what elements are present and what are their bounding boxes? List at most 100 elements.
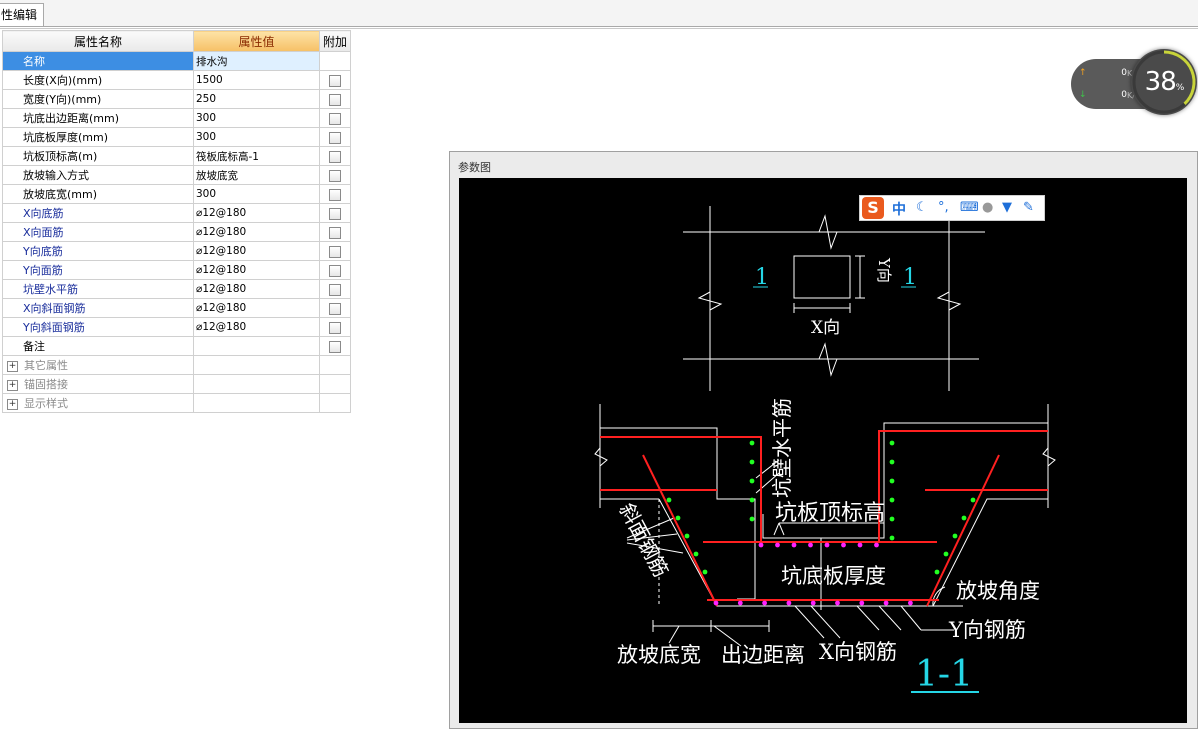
top-bar-dot (775, 542, 780, 548)
extra-checkbox[interactable] (329, 112, 341, 125)
table-row[interactable]: 放坡输入方式 放坡底宽 (2, 165, 351, 185)
property-name[interactable]: 备注 (2, 336, 194, 356)
table-row[interactable]: 坑底出边距离(mm) 300 (2, 108, 351, 128)
expand-plus-icon[interactable]: + (7, 398, 18, 410)
property-value[interactable]: ⌀12@180 (193, 203, 320, 223)
property-name[interactable]: Y向斜面钢筋 (2, 317, 194, 337)
property-value[interactable]: ⌀12@180 (193, 241, 320, 261)
property-value[interactable]: 排水沟 (193, 51, 320, 71)
ime-toolbar[interactable]: S 中 ☾ °, ⌨ ● ▼ ✎ (859, 195, 1045, 221)
extra-checkbox[interactable] (329, 150, 341, 163)
group-name[interactable]: + 显示样式 (2, 393, 194, 413)
group-row[interactable]: + 其它属性 (2, 355, 351, 375)
top-bar-dot (841, 542, 846, 548)
property-name[interactable]: 坑底板厚度(mm) (2, 127, 194, 147)
keyboard-icon[interactable]: ⌨ (960, 200, 979, 215)
slope-bar-dot (693, 551, 699, 557)
property-value[interactable]: 1500 (193, 70, 320, 90)
skin-shirt-icon[interactable]: ▼ (1002, 200, 1012, 215)
extra-checkbox[interactable] (329, 340, 341, 353)
extra-checkbox[interactable] (329, 74, 341, 87)
property-name[interactable]: X向斜面钢筋 (2, 298, 194, 318)
header-property-name[interactable]: 属性名称 (2, 30, 194, 52)
table-row[interactable]: 宽度(Y向)(mm) 250 (2, 89, 351, 109)
header-extra[interactable]: 附加 (319, 30, 351, 52)
property-name[interactable]: 长度(X向)(mm) (2, 70, 194, 90)
sogou-logo-icon[interactable]: S (862, 197, 884, 219)
table-row[interactable]: 名称 排水沟 (2, 51, 351, 71)
table-row[interactable]: 坑壁水平筋 ⌀12@180 (2, 279, 351, 299)
property-name[interactable]: 放坡底宽(mm) (2, 184, 194, 204)
table-row[interactable]: Y向面筋 ⌀12@180 (2, 260, 351, 280)
property-name[interactable]: X向底筋 (2, 203, 194, 223)
extra-checkbox[interactable] (329, 245, 341, 258)
bottom-bar-dot (762, 600, 767, 606)
expand-plus-icon[interactable]: + (7, 379, 18, 391)
wall-bar-dot (749, 516, 755, 522)
extra-checkbox[interactable] (329, 188, 341, 201)
table-row[interactable]: X向底筋 ⌀12@180 (2, 203, 351, 223)
property-value[interactable]: 300 (193, 127, 320, 147)
table-row[interactable]: 坑底板厚度(mm) 300 (2, 127, 351, 147)
extra-checkbox[interactable] (329, 283, 341, 296)
extra-checkbox[interactable] (329, 321, 341, 334)
property-value[interactable]: 筏板底标高-1 (193, 146, 320, 166)
group-extra (319, 393, 351, 413)
header-property-value[interactable]: 属性值 (193, 30, 320, 52)
group-extra (319, 374, 351, 394)
property-value[interactable] (193, 336, 320, 356)
property-name[interactable]: 宽度(Y向)(mm) (2, 89, 194, 109)
property-value[interactable]: 放坡底宽 (193, 165, 320, 185)
extra-cell (319, 70, 351, 90)
memory-gauge[interactable]: 38% (1131, 49, 1197, 115)
property-value[interactable]: ⌀12@180 (193, 317, 320, 337)
property-value[interactable]: ⌀12@180 (193, 222, 320, 242)
extra-cell (319, 108, 351, 128)
table-row[interactable]: Y向底筋 ⌀12@180 (2, 241, 351, 261)
property-name[interactable]: 坑壁水平筋 (2, 279, 194, 299)
tab-property-edit[interactable]: 性编辑 (0, 3, 45, 26)
punctuation-icon[interactable]: °, (938, 200, 949, 215)
table-row[interactable]: 备注 (2, 336, 351, 356)
property-name[interactable]: 坑板顶标高(m) (2, 146, 194, 166)
wall-bar-dot (889, 497, 895, 503)
settings-wrench-icon[interactable]: ✎ (1023, 200, 1034, 215)
table-row[interactable]: 坑板顶标高(m) 筏板底标高-1 (2, 146, 351, 166)
group-name[interactable]: + 锚固搭接 (2, 374, 194, 394)
half-width-moon-icon[interactable]: ☾ (916, 200, 928, 215)
table-row[interactable]: 放坡底宽(mm) 300 (2, 184, 351, 204)
top-bar-dot (874, 542, 879, 548)
property-name[interactable]: 坑底出边距离(mm) (2, 108, 194, 128)
slope-bar-dot (702, 569, 708, 575)
group-name[interactable]: + 其它属性 (2, 355, 194, 375)
ime-mode[interactable]: 中 (892, 199, 906, 219)
property-name[interactable]: Y向面筋 (2, 260, 194, 280)
table-row[interactable]: Y向斜面钢筋 ⌀12@180 (2, 317, 351, 337)
property-value[interactable]: 250 (193, 89, 320, 109)
property-value[interactable]: 300 (193, 184, 320, 204)
property-value[interactable]: 300 (193, 108, 320, 128)
property-name[interactable]: 放坡输入方式 (2, 165, 194, 185)
group-row[interactable]: + 显示样式 (2, 393, 351, 413)
extra-checkbox[interactable] (329, 131, 341, 144)
extra-checkbox[interactable] (329, 302, 341, 315)
slope-bar-dot (970, 497, 976, 503)
property-value[interactable]: ⌀12@180 (193, 279, 320, 299)
property-value[interactable]: ⌀12@180 (193, 260, 320, 280)
extra-checkbox[interactable] (329, 226, 341, 239)
group-row[interactable]: + 锚固搭接 (2, 374, 351, 394)
expand-plus-icon[interactable]: + (7, 360, 18, 372)
extra-checkbox[interactable] (329, 169, 341, 182)
table-row[interactable]: X向斜面钢筋 ⌀12@180 (2, 298, 351, 318)
user-icon[interactable]: ● (982, 200, 993, 215)
property-value[interactable]: ⌀12@180 (193, 298, 320, 318)
property-name[interactable]: Y向底筋 (2, 241, 194, 261)
property-name[interactable]: 名称 (2, 51, 194, 71)
extra-cell (319, 336, 351, 356)
extra-checkbox[interactable] (329, 264, 341, 277)
table-row[interactable]: X向面筋 ⌀12@180 (2, 222, 351, 242)
property-name[interactable]: X向面筋 (2, 222, 194, 242)
extra-checkbox[interactable] (329, 93, 341, 106)
extra-checkbox[interactable] (329, 207, 341, 220)
table-row[interactable]: 长度(X向)(mm) 1500 (2, 70, 351, 90)
